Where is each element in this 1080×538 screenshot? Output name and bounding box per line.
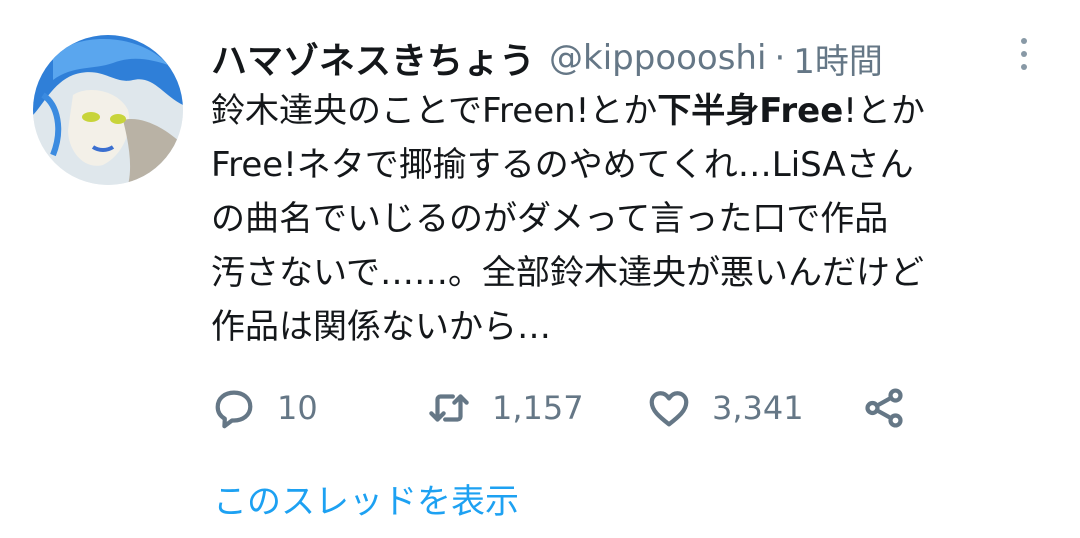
tweet-actions: 10 1,157 3,341 bbox=[211, 383, 931, 433]
separator-dot: · bbox=[774, 38, 786, 78]
text-segment: 鈴木達央のことでFreen!とか bbox=[211, 91, 658, 131]
tweet-text-line-2: Free!ネタで揶揄するのやめてくれ…LiSAさん bbox=[211, 145, 914, 185]
share-icon bbox=[865, 388, 903, 428]
tweet-text: 鈴木達央のことでFreen!とか下半身Free!とか Free!ネタで揶揄するの… bbox=[211, 84, 1061, 354]
bold-text-segment: 下半身Free bbox=[657, 91, 844, 131]
more-vertical-icon[interactable] bbox=[1012, 38, 1036, 70]
tweet-text-line-1: 鈴木達央のことでFreen!とか下半身Free!とか bbox=[211, 84, 1061, 138]
tweet-text-line-4: 汚さないで……。全部鈴木達央が悪いんだけど bbox=[211, 253, 924, 293]
reply-icon bbox=[215, 390, 253, 429]
like-button[interactable]: 3,341 bbox=[646, 383, 804, 433]
reply-count: 10 bbox=[277, 389, 318, 427]
like-count: 3,341 bbox=[712, 389, 804, 427]
tweet-header: ハマゾネスきちょう @kippoooshi · 1時間 bbox=[211, 32, 883, 84]
avatar[interactable] bbox=[33, 35, 183, 185]
show-thread-link[interactable]: このスレッドを表示 bbox=[213, 474, 519, 523]
tweet-text-line-5: 作品は関係ないから… bbox=[211, 307, 551, 347]
reply-button[interactable]: 10 bbox=[211, 383, 318, 433]
display-name[interactable]: ハマゾネスきちょう bbox=[211, 32, 535, 84]
text-segment: !とか bbox=[843, 91, 925, 131]
retweet-icon bbox=[429, 394, 469, 422]
user-handle[interactable]: @kippoooshi bbox=[549, 38, 766, 78]
avatar-image bbox=[33, 35, 183, 185]
retweet-count: 1,157 bbox=[492, 389, 584, 427]
timestamp[interactable]: 1時間 bbox=[793, 34, 883, 83]
retweet-button[interactable]: 1,157 bbox=[426, 383, 584, 433]
heart-icon bbox=[649, 391, 689, 427]
tweet-text-line-3: の曲名でいじるのがダメって言った口で作品 bbox=[211, 199, 889, 239]
share-button[interactable] bbox=[861, 383, 907, 433]
